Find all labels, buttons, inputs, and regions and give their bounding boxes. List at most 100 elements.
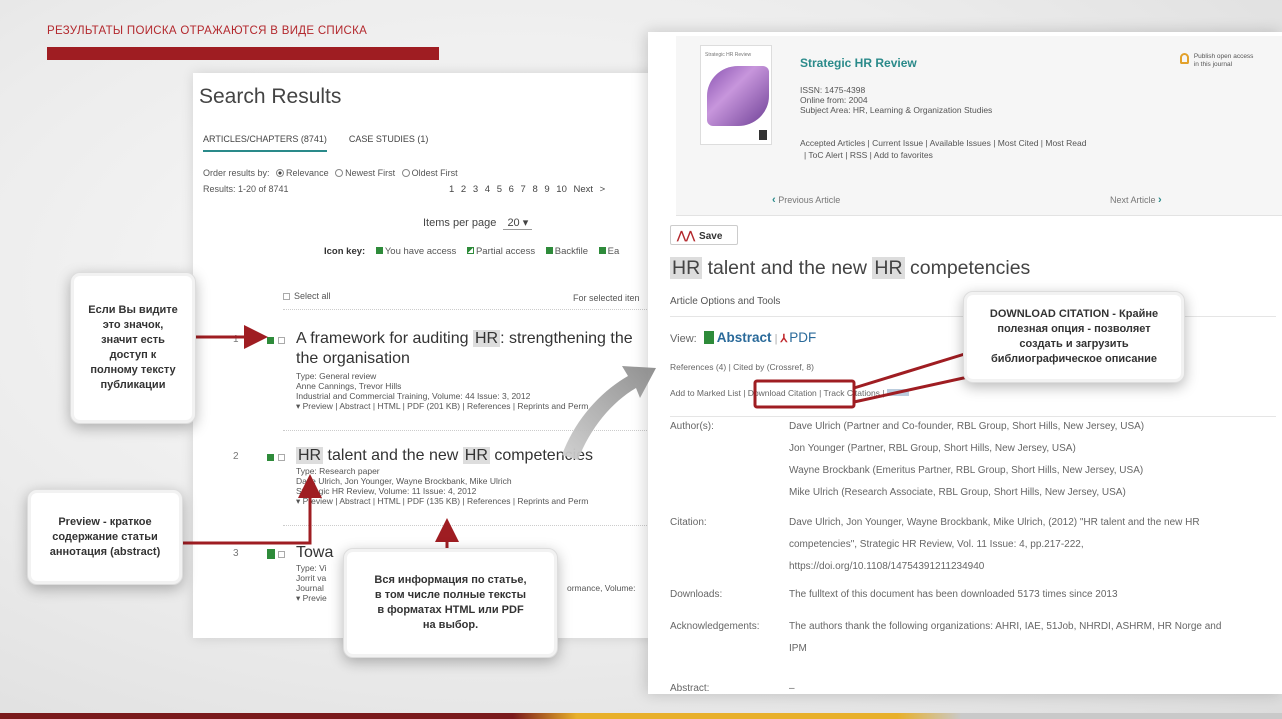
cover-title: Strategic HR Review — [705, 52, 752, 58]
full-access-icon — [267, 337, 274, 344]
result-journal: Journal — [296, 583, 324, 593]
issn: ISSN: 1475-4398 — [800, 85, 866, 95]
per-page-select[interactable]: 20 ▾ — [503, 216, 533, 230]
select-all[interactable]: Select all — [283, 291, 331, 301]
pagination[interactable]: 1 2 3 4 5 6 7 8 9 10 Next > — [449, 184, 605, 195]
author-affiliation[interactable]: Wayne Brockbank (Emeritus Partner, RBL G… — [789, 460, 1279, 482]
order-option: Oldest First — [411, 168, 458, 178]
radio-newest[interactable] — [335, 169, 344, 177]
mendeley-icon: ⋀⋀ — [677, 230, 696, 242]
tab-articles[interactable]: ARTICLES/CHAPTERS (8741) — [203, 134, 327, 152]
author-affiliation[interactable]: Jon Younger (Partner, RBL Group, Short H… — [789, 438, 1279, 460]
result-type: Type: Research paper — [296, 466, 380, 476]
article-options: Article Options and Tools — [670, 296, 781, 307]
items-per-page: Items per page 20 ▾ — [423, 216, 533, 230]
result-type: Type: Vi — [296, 563, 327, 573]
select-all-label: Select all — [294, 291, 331, 301]
order-by: Order results by: Relevance Newest First… — [203, 168, 458, 178]
backfile-icon — [545, 247, 553, 254]
journal-name[interactable]: Strategic HR Review — [800, 56, 917, 70]
partial-access-icon — [466, 247, 474, 254]
icon-key-item: Ea — [607, 246, 620, 257]
result-title[interactable]: A framework for auditing HR: strengtheni… — [296, 329, 658, 369]
tab-case-studies[interactable]: CASE STUDIES (1) — [349, 134, 429, 152]
result-type: Type: General review — [296, 371, 377, 381]
order-option: Newest First — [345, 168, 396, 178]
references-cited[interactable]: References (4) | Cited by (Crossref, 8) — [670, 362, 814, 372]
item-checkbox[interactable] — [278, 337, 285, 344]
save-button[interactable]: ⋀⋀ Save — [670, 225, 738, 245]
authors-label: Author(s): — [670, 421, 714, 432]
pdf-link[interactable]: PDF — [789, 330, 816, 345]
journal-links[interactable]: Accepted Articles | Current Issue | Avai… — [800, 137, 1190, 161]
result-links[interactable]: ▾ Preview | Abstract | HTML | PDF (201 K… — [296, 401, 588, 412]
view-label: View: — [670, 333, 697, 345]
citation-text: Dave Ulrich, Jon Younger, Wayne Brockban… — [789, 517, 1200, 528]
icon-key-item: Backfile — [554, 246, 588, 257]
result-authors: Dave Ulrich, Jon Younger, Wayne Brockban… — [296, 476, 512, 486]
result-authors: Jorrit va — [296, 573, 327, 583]
author-affiliation[interactable]: Mike Ulrich (Research Associate, RBL Gro… — [789, 482, 1279, 504]
bottom-strip — [0, 713, 1282, 719]
acknowledgements-label: Acknowledgements: — [670, 621, 760, 632]
results-count: Results: 1-20 of 8741 — [203, 184, 289, 194]
result-number: 3 — [233, 548, 239, 559]
result-journal-tail: ormance, Volume: — [567, 583, 636, 593]
divider — [283, 525, 658, 526]
doi-link[interactable]: https://doi.org/10.1108/1475439121123494… — [789, 556, 1279, 578]
open-access-icon — [267, 549, 275, 559]
open-lock-icon — [1180, 53, 1189, 64]
divider — [283, 309, 658, 310]
result-number: 1 — [233, 334, 239, 345]
citation-label: Citation: — [670, 517, 707, 528]
cover-logo — [759, 130, 767, 140]
callout-access: Если Вы видите это значок, значит есть д… — [70, 272, 196, 424]
callout-info: Вся информация по статье, в том числе по… — [343, 548, 558, 658]
article-title: HR talent and the new HR competencies — [670, 257, 1031, 279]
pdf-icon: ⅄ — [780, 333, 788, 345]
author-affiliation[interactable]: Dave Ulrich (Partner and Co-founder, RBL… — [789, 416, 1279, 438]
journal-cover[interactable]: Strategic HR Review — [700, 45, 772, 145]
journal-links-line[interactable]: | ToC Alert | RSS | Add to favorites — [800, 149, 1190, 161]
item-checkbox[interactable] — [278, 454, 285, 461]
journal-info: ISSN: 1475-4398 Online from: 2004 Subjec… — [800, 85, 992, 115]
downloads-label: Downloads: — [670, 589, 723, 600]
full-access-icon — [375, 247, 383, 254]
icon-key-item: Partial access — [475, 246, 536, 257]
select-all-checkbox[interactable] — [283, 293, 290, 300]
open-access-badge[interactable]: Publish open access in this journal — [1180, 53, 1253, 69]
result-number: 2 — [233, 451, 239, 462]
search-results-heading: Search Results — [199, 85, 342, 108]
radio-oldest[interactable] — [401, 169, 410, 177]
radio-relevance[interactable] — [276, 169, 285, 177]
item-checkbox[interactable] — [278, 551, 285, 558]
early-cite-icon — [598, 247, 606, 254]
view-options: View: Abstract | ⅄ PDF — [670, 330, 817, 345]
result-links[interactable]: ▾ Previe — [296, 593, 327, 604]
oa-line: Publish open access — [1193, 53, 1254, 60]
icon-key-label: Icon key: — [324, 246, 366, 257]
result-authors: Anne Cannings, Trevor Hills — [296, 381, 402, 391]
icon-key-item: You have access — [384, 246, 457, 257]
acknowledgements-text: The authors thank the following organiza… — [789, 621, 1222, 632]
journal-header: Strategic HR Review Strategic HR Review … — [676, 36, 1282, 216]
abstract-link[interactable]: Abstract — [717, 330, 772, 345]
cover-art — [707, 66, 769, 126]
article-actions[interactable]: Add to Marked List | Download Citation |… — [670, 388, 909, 398]
subject-area: Subject Area: HR, Learning & Organizatio… — [800, 105, 993, 115]
result-links[interactable]: ▾ Preview | Abstract | HTML | PDF (135 K… — [296, 496, 588, 507]
callout-download-citation: DOWNLOAD CITATION - Крайне полезная опци… — [963, 291, 1185, 383]
result-title[interactable]: HR talent and the new HR competencies — [296, 446, 658, 466]
chevron-right-icon: › — [1158, 194, 1162, 206]
journal-links-line[interactable]: Accepted Articles | Current Issue | Avai… — [800, 137, 1190, 149]
result-journal: Industrial and Commercial Training, Volu… — [296, 391, 531, 401]
order-label: Order results by: — [203, 168, 270, 178]
online-from: Online from: 2004 — [800, 95, 868, 105]
for-selected-items: For selected iten — [573, 293, 640, 303]
acknowledgements-text: IPM — [789, 643, 807, 654]
full-access-icon — [267, 454, 274, 461]
next-article[interactable]: Next Article › — [1110, 194, 1162, 206]
previous-article[interactable]: ‹ Previous Article — [772, 194, 840, 206]
reprints-icon[interactable] — [886, 389, 909, 396]
title-bar — [47, 47, 439, 60]
